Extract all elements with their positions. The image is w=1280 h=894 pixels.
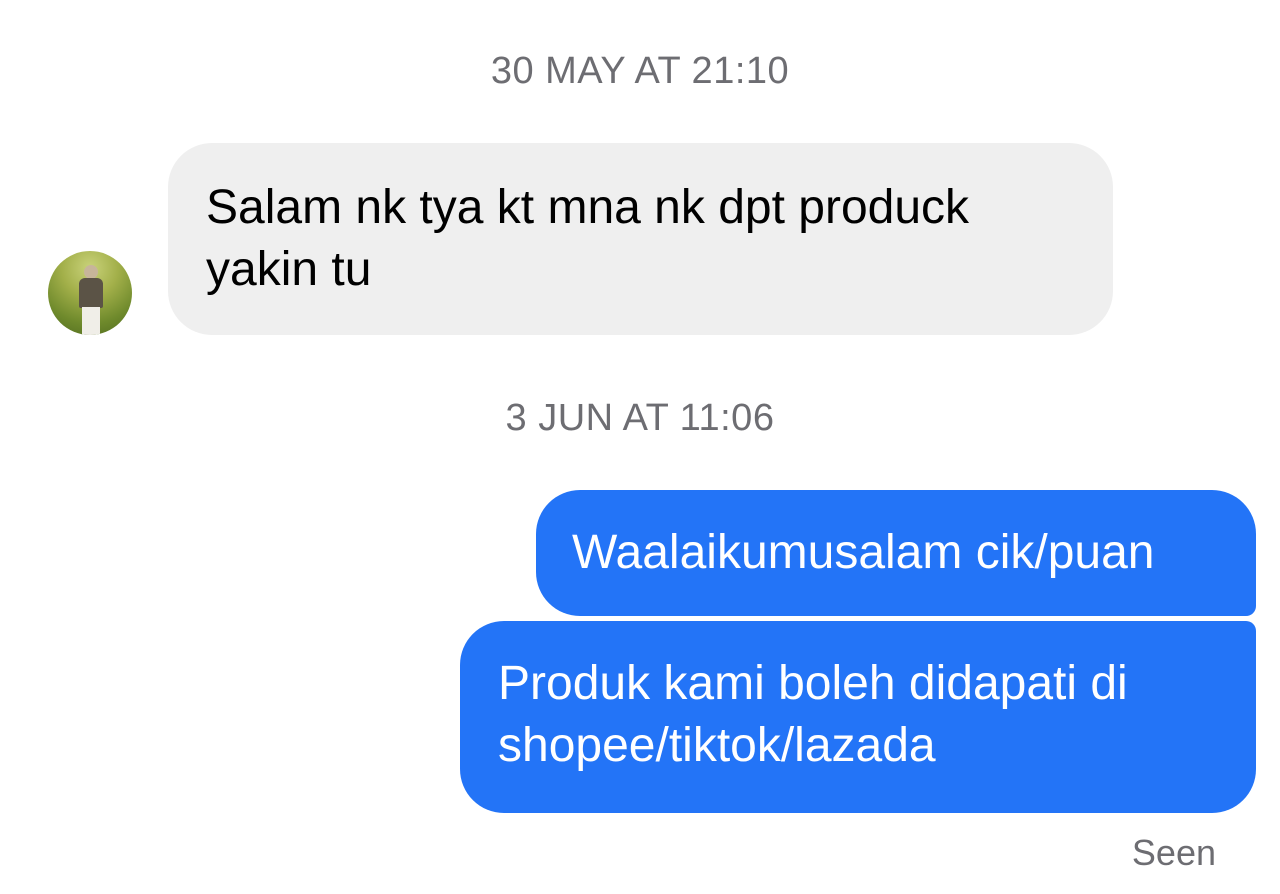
avatar-figure-head — [84, 265, 98, 279]
timestamp-1: 30 MAY AT 21:10 — [490, 50, 790, 92]
avatar-figure-torso — [79, 278, 103, 308]
contact-avatar[interactable] — [48, 251, 132, 335]
outgoing-message-bubble[interactable]: Produk kami boleh didapati di shopee/tik… — [460, 621, 1256, 813]
timestamp-2: 3 JUN AT 11:06 — [505, 397, 775, 439]
outgoing-message-bubble[interactable]: Waalaikumusalam cik/puan — [536, 490, 1256, 616]
seen-status: Seen — [1131, 832, 1216, 873]
incoming-message-bubble[interactable]: Salam nk tya kt mna nk dpt produck yakin… — [168, 143, 1113, 335]
avatar-figure-legs — [82, 307, 100, 335]
